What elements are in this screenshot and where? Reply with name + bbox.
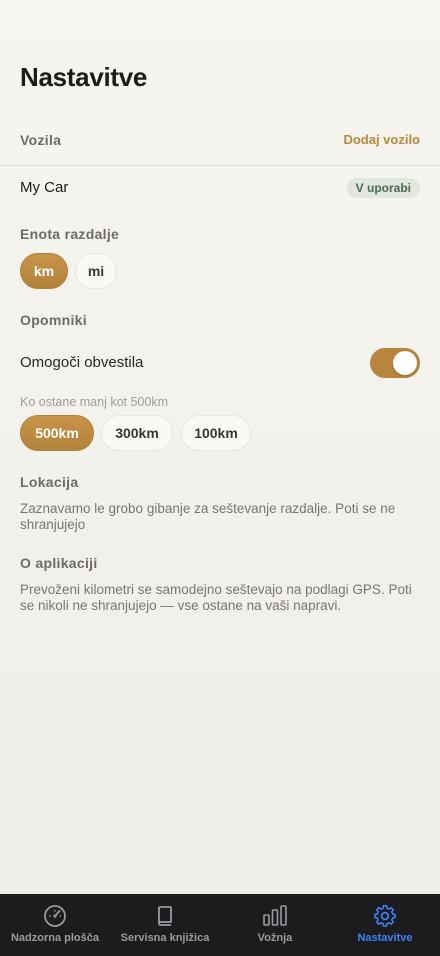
gauge-icon <box>44 905 66 927</box>
location-description: Zaznavamo le grobo gibanje za seštevanje… <box>20 501 396 532</box>
tab-driving[interactable]: Vožnja <box>220 894 330 956</box>
distance-unit-section-label: Enota razdalje <box>20 226 120 242</box>
book-icon <box>158 906 172 926</box>
threshold-300km-button[interactable]: 300km <box>101 415 173 451</box>
page-title: Nastavitve <box>20 62 148 92</box>
tab-label: Vožnja <box>257 932 293 944</box>
tab-dashboard[interactable]: Nadzorna plošča <box>0 894 110 956</box>
vehicle-name: My Car <box>20 179 69 196</box>
status-badge: V uporabi <box>346 178 420 198</box>
notifications-toggle[interactable] <box>370 348 420 378</box>
threshold-100km-button[interactable]: 100km <box>181 415 251 451</box>
add-vehicle-button[interactable]: Dodaj vozilo <box>343 132 420 147</box>
toggle-knob <box>393 351 417 375</box>
tab-service-book[interactable]: Servisna knjižica <box>110 894 220 956</box>
enable-notifications-label: Omogoči obvestila <box>20 354 144 371</box>
unit-mi-button[interactable]: mi <box>75 253 117 289</box>
threshold-hint: Ko ostane manj kot 500km <box>20 395 168 409</box>
bar-chart-icon <box>263 905 287 926</box>
tab-settings[interactable]: Nastavitve <box>330 894 440 956</box>
gear-icon <box>374 905 396 927</box>
about-section-label: O aplikaciji <box>20 555 98 571</box>
tab-label: Servisna knjižica <box>120 932 210 944</box>
unit-km-button[interactable]: km <box>20 253 68 289</box>
threshold-500km-button[interactable]: 500km <box>20 415 94 451</box>
tab-label: Nastavitve <box>357 932 413 944</box>
tab-bar: Nadzorna plošča Servisna knjižica Vožnja <box>0 894 440 956</box>
reminders-section-label: Opomniki <box>20 312 87 328</box>
location-section-label: Lokacija <box>20 474 79 490</box>
tab-label: Nadzorna plošča <box>10 932 100 944</box>
vehicles-section-label: Vozila <box>20 132 62 148</box>
about-description: Prevoženi kilometri se samodejno sešteva… <box>20 582 412 613</box>
divider <box>0 165 440 166</box>
